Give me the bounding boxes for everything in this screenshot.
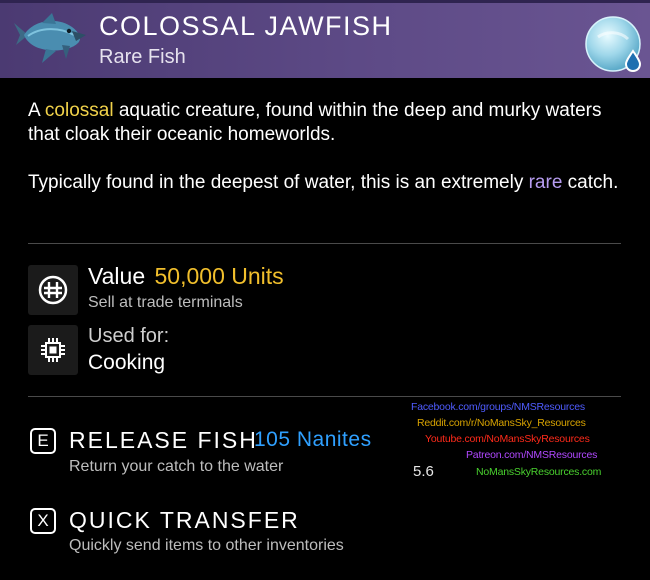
transfer-hint: Quickly send items to other inventories [69,537,344,554]
watermark-website: NoMansSkyResources.com [476,466,602,478]
watermark-facebook: Facebook.com/groups/NMSResources [411,401,585,413]
highlight-colossal: colossal [44,100,114,121]
version-number: 5.6 [413,463,434,480]
watermark-reddit: Reddit.com/r/NoMansSky_Resources [417,417,586,429]
value-line: Value 50,000 Units [88,263,284,290]
divider-top [28,243,621,244]
cooking-chip-icon [28,325,78,375]
value-label: Value [88,263,146,289]
release-hint: Return your catch to the water [69,458,284,475]
units-icon [28,265,78,315]
nanites-reward: 105 Nanites [254,428,372,451]
value-amount: 50,000 Units [154,263,284,289]
description-paragraph-1: A colossal aquatic creature, found withi… [28,100,602,145]
release-fish-button[interactable]: RELEASE FISH [69,427,258,454]
watermark-youtube: Youtube.com/NoMansSkyResources [425,433,590,445]
release-key-icon[interactable]: E [30,428,56,454]
highlight-rare: rare [528,172,563,193]
item-header: COLOSSAL JAWFISH Rare Fish [0,0,650,78]
value-hint: Sell at trade terminals [88,294,243,311]
item-title: COLOSSAL JAWFISH [99,11,393,41]
divider-bottom [28,396,621,397]
watermark-patreon: Patreon.com/NMSResources [466,449,598,461]
transfer-key-icon[interactable]: X [30,508,56,534]
used-for-label: Used for: [88,325,170,347]
description-paragraph-2: Typically found in the deepest of water,… [28,172,619,193]
water-droplet-icon [585,16,642,73]
used-for-value: Cooking [88,351,166,374]
fish-icon [14,13,86,63]
quick-transfer-button[interactable]: QUICK TRANSFER [69,507,300,534]
item-category: Rare Fish [99,46,186,68]
